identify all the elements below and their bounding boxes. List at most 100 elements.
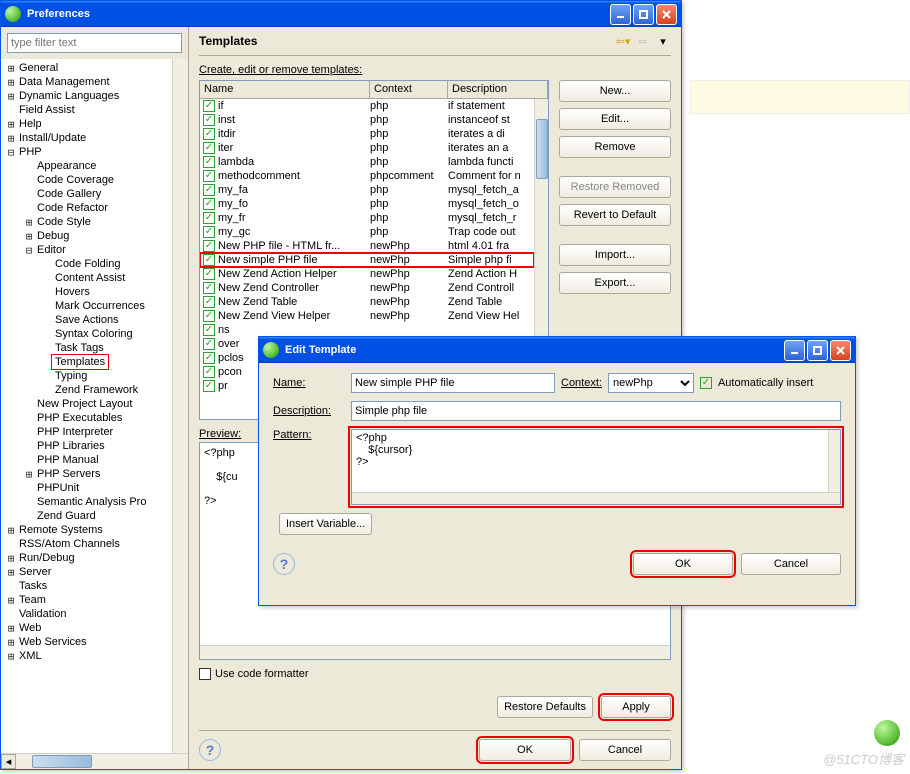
import-button[interactable]: Import... (559, 244, 671, 266)
description-input[interactable] (351, 401, 841, 421)
row-checkbox[interactable]: ✓ (203, 310, 215, 322)
row-checkbox[interactable]: ✓ (203, 282, 215, 294)
tree-item[interactable]: ⊞Help (1, 117, 172, 131)
tree-item[interactable]: ⊞PHP Servers (1, 467, 172, 481)
dialog-titlebar[interactable]: Edit Template (259, 337, 855, 363)
table-row[interactable]: ✓New Zend ControllernewPhpZend Controll (200, 281, 534, 295)
col-description[interactable]: Description (448, 81, 548, 98)
tree-item[interactable]: PHP Libraries (1, 439, 172, 453)
table-row[interactable]: ✓ns (200, 323, 534, 337)
row-checkbox[interactable]: ✓ (203, 156, 215, 168)
dialog-help-icon[interactable]: ? (273, 553, 295, 575)
row-checkbox[interactable]: ✓ (203, 198, 215, 210)
new-button[interactable]: New... (559, 80, 671, 102)
minimize-button[interactable] (610, 4, 631, 25)
row-checkbox[interactable]: ✓ (203, 170, 215, 182)
nav-menu-icon[interactable]: ▾ (655, 33, 671, 49)
tree-item[interactable]: ⊞Dynamic Languages (1, 89, 172, 103)
tree-item[interactable]: PHPUnit (1, 481, 172, 495)
col-name[interactable]: Name (200, 81, 370, 98)
table-row[interactable]: ✓ifphpif statement (200, 99, 534, 113)
row-checkbox[interactable]: ✓ (203, 212, 215, 224)
row-checkbox[interactable]: ✓ (203, 226, 215, 238)
preferences-tree[interactable]: ⊞General⊞Data Management⊞Dynamic Languag… (1, 59, 172, 753)
table-row[interactable]: ✓New Zend View HelpernewPhpZend View Hel (200, 309, 534, 323)
tree-item[interactable]: New Project Layout (1, 397, 172, 411)
insert-variable-button[interactable]: Insert Variable... (279, 513, 372, 535)
tree-item[interactable]: Tasks (1, 579, 172, 593)
table-row[interactable]: ✓my_faphpmysql_fetch_a (200, 183, 534, 197)
table-row[interactable]: ✓New PHP file - HTML fr...newPhphtml 4.0… (200, 239, 534, 253)
row-checkbox[interactable]: ✓ (203, 184, 215, 196)
tree-item[interactable]: Validation (1, 607, 172, 621)
help-icon[interactable]: ? (199, 739, 221, 761)
close-button[interactable] (656, 4, 677, 25)
row-checkbox[interactable]: ✓ (203, 296, 215, 308)
row-checkbox[interactable]: ✓ (203, 380, 215, 392)
context-select[interactable]: newPhp (608, 373, 694, 393)
tree-scrollbar-h[interactable]: ◂ (1, 753, 188, 769)
tree-item[interactable]: Semantic Analysis Pro (1, 495, 172, 509)
pattern-textarea[interactable]: <?php ${cursor} ?> (351, 429, 841, 505)
tree-item[interactable]: ⊞Debug (1, 229, 172, 243)
export-button[interactable]: Export... (559, 272, 671, 294)
tree-item[interactable]: ⊞Data Management (1, 75, 172, 89)
tree-item[interactable]: Hovers (1, 285, 172, 299)
dialog-minimize-button[interactable] (784, 340, 805, 361)
tree-item[interactable]: ⊞Team (1, 593, 172, 607)
table-row[interactable]: ✓my_fophpmysql_fetch_o (200, 197, 534, 211)
tree-item[interactable]: Zend Guard (1, 509, 172, 523)
tree-item[interactable]: Save Actions (1, 313, 172, 327)
name-input[interactable] (351, 373, 555, 393)
tree-item[interactable]: Zend Framework (1, 383, 172, 397)
row-checkbox[interactable]: ✓ (203, 338, 215, 350)
row-checkbox[interactable]: ✓ (203, 254, 215, 266)
auto-insert-checkbox[interactable]: ✓ (700, 377, 712, 389)
tree-item[interactable]: Code Coverage (1, 173, 172, 187)
tree-item[interactable]: Code Refactor (1, 201, 172, 215)
maximize-button[interactable] (633, 4, 654, 25)
titlebar[interactable]: Preferences (1, 1, 681, 27)
filter-input[interactable] (7, 33, 182, 53)
row-checkbox[interactable]: ✓ (203, 324, 215, 336)
tree-item[interactable]: ⊞Remote Systems (1, 523, 172, 537)
tree-item[interactable]: Templates (1, 355, 172, 369)
dialog-maximize-button[interactable] (807, 340, 828, 361)
pattern-scrollbar-h[interactable] (352, 492, 840, 504)
tree-item[interactable]: ⊞Web (1, 621, 172, 635)
tree-item[interactable]: ⊞XML (1, 649, 172, 663)
row-checkbox[interactable]: ✓ (203, 100, 215, 112)
row-checkbox[interactable]: ✓ (203, 128, 215, 140)
tree-item[interactable]: Code Gallery (1, 187, 172, 201)
table-row[interactable]: ✓lambdaphplambda functi (200, 155, 534, 169)
row-checkbox[interactable]: ✓ (203, 268, 215, 280)
table-row[interactable]: ✓iterphpiterates an a (200, 141, 534, 155)
tree-scrollbar-v[interactable] (172, 59, 188, 753)
tree-item[interactable]: ⊟Editor (1, 243, 172, 257)
table-row[interactable]: ✓instphpinstanceof st (200, 113, 534, 127)
table-row[interactable]: ✓New Zend Action HelpernewPhpZend Action… (200, 267, 534, 281)
table-row[interactable]: ✓New Zend TablenewPhpZend Table (200, 295, 534, 309)
tree-item[interactable]: ⊞Server (1, 565, 172, 579)
restore-defaults-button[interactable]: Restore Defaults (497, 696, 593, 718)
remove-button[interactable]: Remove (559, 136, 671, 158)
cancel-button[interactable]: Cancel (579, 739, 671, 761)
table-row[interactable]: ✓my_gcphpTrap code out (200, 225, 534, 239)
row-checkbox[interactable]: ✓ (203, 366, 215, 378)
table-row[interactable]: ✓New simple PHP filenewPhpSimple php fi (200, 253, 534, 267)
preview-scrollbar-h[interactable] (200, 645, 670, 659)
tree-item[interactable]: Field Assist (1, 103, 172, 117)
tree-item[interactable]: ⊞Code Style (1, 215, 172, 229)
tree-item[interactable]: Typing (1, 369, 172, 383)
col-context[interactable]: Context (370, 81, 448, 98)
tree-item[interactable]: Appearance (1, 159, 172, 173)
tree-item[interactable]: Task Tags (1, 341, 172, 355)
tree-item[interactable]: PHP Executables (1, 411, 172, 425)
tree-item[interactable]: ⊞Run/Debug (1, 551, 172, 565)
row-checkbox[interactable]: ✓ (203, 240, 215, 252)
nav-back-icon[interactable]: ⇦▾ (615, 33, 631, 49)
tree-item[interactable]: Code Folding (1, 257, 172, 271)
row-checkbox[interactable]: ✓ (203, 142, 215, 154)
tree-item[interactable]: ⊞Web Services (1, 635, 172, 649)
row-checkbox[interactable]: ✓ (203, 352, 215, 364)
